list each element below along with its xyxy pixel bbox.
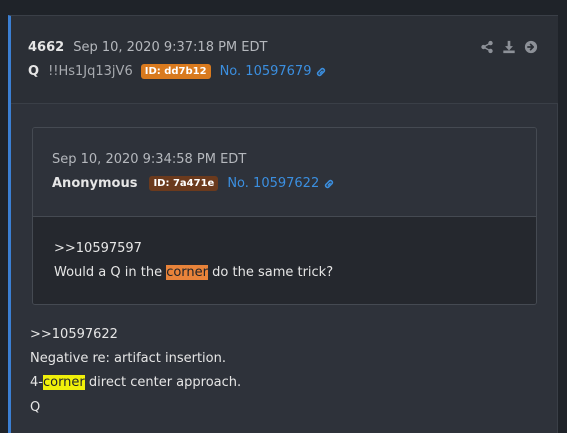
quoted-author-name: Anonymous <box>52 176 138 191</box>
post-header: 4662 Sep 10, 2020 9:37:18 PM EDT Q !!Hs1… <box>11 16 558 104</box>
download-icon[interactable] <box>502 40 516 54</box>
quoted-author-row: Anonymous ID: 7a471e No. 10597622 <box>52 176 335 191</box>
link-icon[interactable] <box>323 178 335 190</box>
quoted-text-line: Would a Q in the corner do the same tric… <box>54 265 333 280</box>
quoted-post: Sep 10, 2020 9:34:58 PM EDT Anonymous ID… <box>32 127 537 305</box>
post-text-line-1: Negative re: artifact insertion. <box>30 351 226 366</box>
post-text-prefix: 4- <box>30 375 43 390</box>
page: 4662 Sep 10, 2020 9:37:18 PM EDT Q !!Hs1… <box>0 0 567 433</box>
author-id-badge[interactable]: ID: dd7b12 <box>140 64 211 79</box>
post-card: 4662 Sep 10, 2020 9:37:18 PM EDT Q !!Hs1… <box>8 15 558 433</box>
post-text-line-2: 4- corner direct center approach. <box>30 375 241 390</box>
post-signature: Q <box>30 400 41 415</box>
post-text-suffix: direct center approach. <box>84 375 242 390</box>
quoted-id-badge[interactable]: ID: 7a471e <box>149 176 219 191</box>
post-highlight-word: corner <box>42 375 85 390</box>
quoted-text-prefix: Would a Q in the <box>54 265 167 280</box>
post-author-row: Q !!Hs1Jq13jV6 ID: dd7b12 No. 10597679 <box>28 64 327 79</box>
quoted-reply-ref[interactable]: >>10597597 <box>54 241 142 256</box>
post-tools <box>480 40 538 54</box>
author-name: Q <box>28 64 40 79</box>
post-number-link[interactable]: No. 10597679 <box>220 64 312 79</box>
quoted-post-body: >>10597597 Would a Q in the corner do th… <box>33 217 536 304</box>
forward-icon[interactable] <box>524 40 538 54</box>
post-reply-ref[interactable]: >>10597622 <box>30 327 118 342</box>
quoted-highlight-word: corner <box>166 265 209 280</box>
author-tripcode: !!Hs1Jq13jV6 <box>48 64 133 79</box>
quoted-meta-row: Sep 10, 2020 9:34:58 PM EDT <box>52 152 246 167</box>
share-icon[interactable] <box>480 40 494 54</box>
quoted-text-suffix: do the same trick? <box>208 265 334 280</box>
post-number: 4662 <box>28 40 65 55</box>
quoted-post-header: Sep 10, 2020 9:34:58 PM EDT Anonymous ID… <box>33 128 536 217</box>
quoted-post-number-link[interactable]: No. 10597622 <box>227 176 319 191</box>
quoted-post-date: Sep 10, 2020 9:34:58 PM EDT <box>52 152 247 167</box>
post-date: Sep 10, 2020 9:37:18 PM EDT <box>73 40 268 55</box>
link-icon[interactable] <box>315 66 327 78</box>
post-meta-row: 4662 Sep 10, 2020 9:37:18 PM EDT <box>28 40 267 55</box>
